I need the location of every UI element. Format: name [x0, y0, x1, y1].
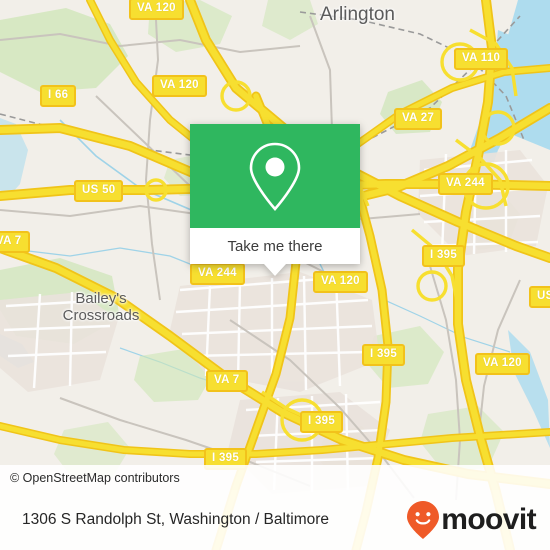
moovit-wordmark: moovit	[441, 503, 536, 536]
road-shield-va-120-mid: VA 120	[152, 75, 207, 97]
moovit-brand[interactable]: moovit	[406, 500, 550, 540]
road-shield-va-120-east: VA 120	[475, 353, 530, 375]
road-shield-va-27: VA 27	[394, 108, 443, 130]
popup-cta-label: Take me there	[227, 237, 323, 255]
popup-tail	[264, 264, 286, 276]
map-pin-icon	[249, 142, 301, 211]
road-shield-va-120-south: VA 120	[313, 271, 368, 293]
road-shield-va-110: VA 110	[454, 48, 509, 70]
popup-cta[interactable]: Take me there	[190, 228, 360, 264]
footer-bar: 1306 S Randolph St, Washington / Baltimo…	[0, 490, 550, 550]
popup-pin-area	[190, 124, 360, 228]
road-shield-va-120-north: VA 120	[129, 0, 184, 20]
road-shield-i-395-lower: I 395	[300, 411, 344, 433]
moovit-map-screen: Arlington Bailey's Crossroads VA 120 VA …	[0, 0, 550, 550]
place-label-arlington: Arlington	[320, 4, 395, 25]
place-label-line-1: Bailey's	[75, 290, 127, 307]
moovit-smiley-pin-icon	[407, 501, 440, 539]
road-shield-us-clipped: US	[529, 286, 550, 308]
place-label-line-2: Crossroads	[62, 307, 140, 324]
road-shield-va-244-east: VA 244	[438, 173, 493, 195]
road-shield-i-395-mid: I 395	[362, 344, 406, 366]
address-label: 1306 S Randolph St, Washington / Baltimo…	[22, 511, 330, 528]
place-label-baileys-crossroads: Bailey's Crossroads	[46, 290, 156, 324]
road-shield-va-7-south: VA 7	[206, 370, 248, 392]
road-shield-us-50: US 50	[74, 180, 124, 202]
map-attribution-bar: © OpenStreetMap contributors	[0, 465, 550, 490]
destination-popup[interactable]: Take me there	[190, 124, 360, 276]
road-shield-i-395-east: I 395	[422, 245, 466, 267]
road-shield-i-66: I 66	[40, 85, 77, 107]
attribution-text[interactable]: © OpenStreetMap contributors	[0, 471, 180, 485]
road-shield-va-244-west: VA 244	[190, 263, 245, 285]
road-shield-va-7-west: VA 7	[0, 231, 30, 253]
